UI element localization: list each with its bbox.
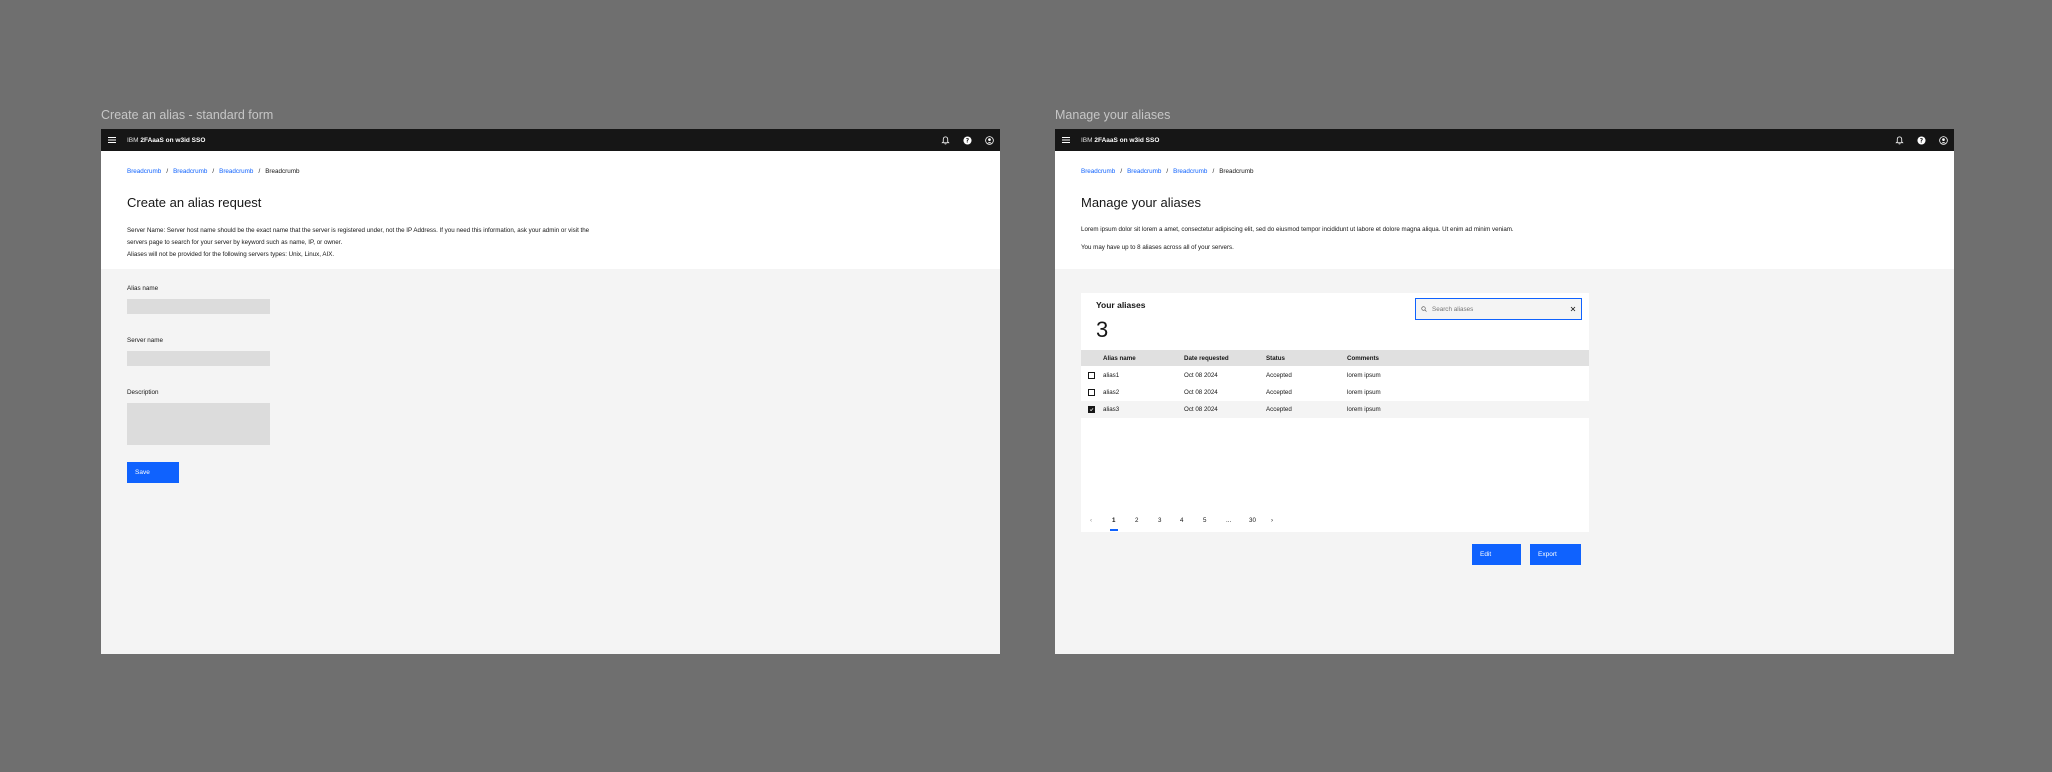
breadcrumb-current: Breadcrumb [265, 168, 300, 175]
breadcrumb-separator: / [212, 168, 215, 175]
description-line: servers page to search for your server b… [127, 239, 343, 246]
export-button[interactable]: Export [1530, 544, 1581, 565]
description-line: Server Name: Server host name should be … [127, 227, 590, 234]
table-row-selected[interactable]: alias3 Oct 08 2024 Accepted lorem ipsum [1081, 401, 1589, 418]
alias-name-input[interactable] [127, 299, 270, 314]
column-header-comments[interactable]: Comments [1347, 355, 1379, 362]
create-alias-screen: IBM 2FAaaS on w3id SSO ? Breadcrumb / Br… [101, 129, 1000, 654]
user-avatar-icon[interactable] [978, 129, 1000, 151]
pagination-prev-button[interactable]: ‹ [1090, 517, 1092, 524]
search-box[interactable] [1415, 298, 1582, 320]
page-number[interactable]: 5 [1203, 517, 1206, 524]
page-title: Create an alias request [127, 195, 262, 210]
brand-prefix: IBM [127, 136, 139, 144]
help-icon[interactable]: ? [956, 129, 978, 151]
page-description: Lorem ipsum dolor sit lorem a amet, cons… [1081, 226, 1514, 233]
cell-alias-name: alias1 [1103, 372, 1120, 379]
page-title: Manage your aliases [1081, 195, 1201, 210]
cell-comments: lorem ipsum [1347, 372, 1381, 379]
frame-label-create-alias: Create an alias - standard form [101, 108, 274, 122]
server-name-label: Server name [127, 337, 164, 344]
column-header-alias-name[interactable]: Alias name [1103, 355, 1136, 362]
ui-shell-header: IBM 2FAaaS on w3id SSO ? [1055, 129, 1954, 151]
product-name[interactable]: IBM 2FAaaS on w3id SSO [127, 137, 205, 144]
row-checkbox-checked[interactable] [1088, 406, 1095, 413]
cell-comments: lorem ipsum [1347, 406, 1381, 413]
breadcrumb-separator: / [258, 168, 261, 175]
cell-comments: lorem ipsum [1347, 389, 1381, 396]
breadcrumb-separator: / [1166, 168, 1169, 175]
checkmark-icon [1089, 408, 1094, 412]
cell-date-requested: Oct 08 2024 [1184, 389, 1218, 396]
table-header: Alias name Date requested Status Comment… [1081, 350, 1589, 366]
user-avatar-icon[interactable] [1932, 129, 1954, 151]
manage-aliases-screen: IBM 2FAaaS on w3id SSO ? Breadcrumb / Br… [1055, 129, 1954, 654]
page-ellipsis[interactable]: ... [1226, 517, 1231, 524]
ui-shell-header: IBM 2FAaaS on w3id SSO ? [101, 129, 1000, 151]
help-icon[interactable]: ? [1910, 129, 1932, 151]
product-title: 2FAaaS on w3id SSO [140, 136, 206, 144]
alias-name-label: Alias name [127, 285, 159, 292]
cell-status: Accepted [1266, 389, 1292, 396]
alias-count: 3 [1096, 317, 1109, 342]
cell-date-requested: Oct 08 2024 [1184, 406, 1218, 413]
table-row[interactable]: alias1 Oct 08 2024 Accepted lorem ipsum [1081, 367, 1589, 384]
brand-prefix: IBM [1081, 136, 1093, 144]
breadcrumb-link[interactable]: Breadcrumb [173, 168, 207, 175]
page-number[interactable]: 30 [1249, 517, 1256, 524]
breadcrumb-link[interactable]: Breadcrumb [1173, 168, 1207, 175]
page-number-current[interactable]: 1 [1112, 517, 1115, 524]
column-header-date-requested[interactable]: Date requested [1184, 355, 1229, 362]
save-button[interactable]: Save [127, 462, 179, 483]
breadcrumb-link[interactable]: Breadcrumb [1081, 168, 1115, 175]
notification-icon[interactable] [1888, 129, 1910, 151]
breadcrumb-separator: / [1120, 168, 1123, 175]
breadcrumb-current: Breadcrumb [1219, 168, 1254, 175]
page-number[interactable]: 4 [1180, 517, 1183, 524]
search-icon [1416, 306, 1432, 312]
cell-alias-name: alias2 [1103, 389, 1120, 396]
menu-icon[interactable] [101, 129, 123, 151]
row-checkbox[interactable] [1088, 389, 1095, 396]
table-row[interactable]: alias2 Oct 08 2024 Accepted lorem ipsum [1081, 384, 1589, 401]
notification-icon[interactable] [934, 129, 956, 151]
breadcrumb: Breadcrumb / Breadcrumb / Breadcrumb / B… [1081, 168, 1254, 175]
cell-date-requested: Oct 08 2024 [1184, 372, 1218, 379]
pagination-next-button[interactable]: › [1271, 517, 1273, 524]
page-header: Breadcrumb / Breadcrumb / Breadcrumb / B… [101, 151, 1000, 269]
breadcrumb-separator: / [1212, 168, 1215, 175]
product-name[interactable]: IBM 2FAaaS on w3id SSO [1081, 137, 1159, 144]
table-title: Your aliases [1096, 300, 1146, 310]
alias-limit-note: You may have up to 8 aliases across all … [1081, 244, 1234, 251]
close-icon[interactable] [1565, 306, 1581, 312]
breadcrumb-link[interactable]: Breadcrumb [219, 168, 253, 175]
cell-status: Accepted [1266, 372, 1292, 379]
description-line: Aliases will not be provided for the fol… [127, 251, 335, 258]
pagination: ‹ 1 2 3 4 5 ... 30 › [1081, 512, 1589, 532]
breadcrumb-separator: / [166, 168, 169, 175]
column-header-status[interactable]: Status [1266, 355, 1285, 362]
frame-label-manage-aliases: Manage your aliases [1055, 108, 1171, 122]
row-checkbox[interactable] [1088, 372, 1095, 379]
breadcrumb-link[interactable]: Breadcrumb [127, 168, 161, 175]
aliases-data-table: Your aliases 3 Alias name Date requested… [1081, 293, 1589, 532]
search-input[interactable] [1432, 305, 1565, 313]
server-name-input[interactable] [127, 351, 270, 366]
cell-alias-name: alias3 [1103, 406, 1120, 413]
description-label: Description [127, 389, 159, 396]
breadcrumb-link[interactable]: Breadcrumb [1127, 168, 1161, 175]
page-number[interactable]: 2 [1135, 517, 1138, 524]
breadcrumb: Breadcrumb / Breadcrumb / Breadcrumb / B… [127, 168, 300, 175]
current-page-indicator [1110, 529, 1118, 531]
menu-icon[interactable] [1055, 129, 1077, 151]
cell-status: Accepted [1266, 406, 1292, 413]
product-title: 2FAaaS on w3id SSO [1094, 136, 1160, 144]
page-number[interactable]: 3 [1158, 517, 1161, 524]
edit-button[interactable]: Edit [1472, 544, 1521, 565]
description-textarea[interactable] [127, 403, 270, 445]
page-header: Breadcrumb / Breadcrumb / Breadcrumb / B… [1055, 151, 1954, 269]
